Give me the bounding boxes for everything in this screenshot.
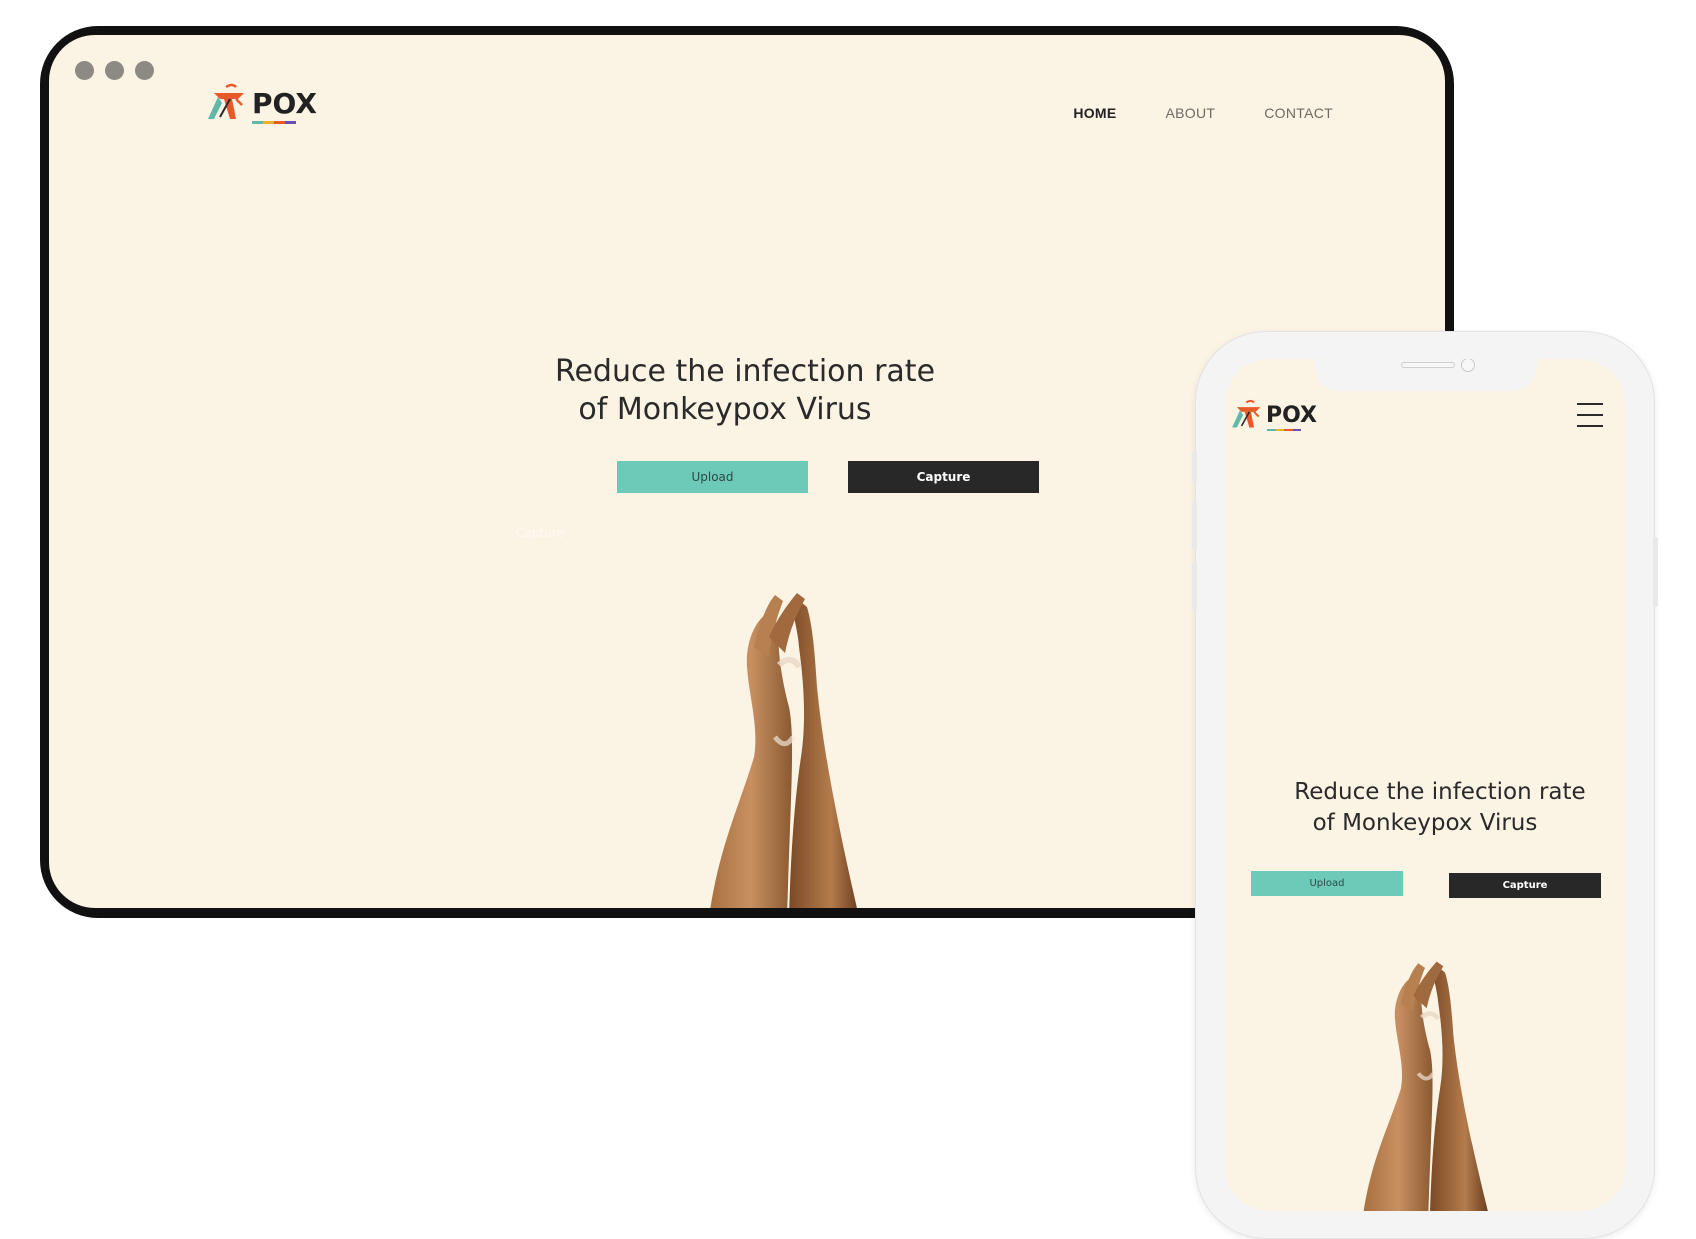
hands-image-mobile [1363, 961, 1488, 1211]
hero-title-line1: Reduce the infection rate [554, 354, 936, 389]
hero-title-mobile: Reduce the infection rate of Monkeypox V… [1225, 777, 1625, 839]
faint-capture-label: Capture [516, 526, 564, 540]
monkey-logo-icon [208, 83, 244, 119]
monkey-logo-icon [1232, 399, 1261, 428]
hero-title-line2-mobile: of Monkeypox Virus [1312, 810, 1538, 836]
hero-title-line2: of Monkeypox Virus [578, 392, 872, 427]
brand-name-mobile: POX [1266, 402, 1318, 428]
hands-image [710, 593, 857, 908]
main-nav: HOME ABOUT CONTACT [1073, 105, 1333, 121]
brand-underline-mobile [1267, 429, 1301, 431]
window-dot-icon[interactable] [135, 61, 154, 80]
phone-volume-down [1192, 562, 1197, 610]
phone-device-frame: POX Reduce the infection rate of Monkeyp… [1192, 332, 1658, 1238]
upload-button-mobile[interactable]: Upload [1251, 871, 1403, 896]
nav-contact-link[interactable]: CONTACT [1264, 105, 1333, 121]
phone-power-button [1653, 537, 1658, 607]
window-dot-icon[interactable] [75, 61, 94, 80]
upload-button[interactable]: Upload [617, 461, 808, 493]
speaker-icon [1401, 362, 1455, 368]
phone-mute-switch [1192, 452, 1197, 482]
phone-notch [1315, 359, 1537, 391]
phone-volume-up [1192, 502, 1197, 550]
camera-icon [1461, 359, 1475, 372]
phone-screen: POX Reduce the infection rate of Monkeyp… [1225, 359, 1625, 1211]
brand-underline [252, 121, 296, 124]
capture-button-mobile[interactable]: Capture [1449, 873, 1601, 898]
brand-name: POX [252, 86, 317, 120]
hero-title-line1-mobile: Reduce the infection rate [1294, 779, 1586, 805]
window-controls [75, 61, 154, 80]
brand-logo[interactable]: POX [204, 83, 317, 124]
brand-logo-mobile[interactable]: POX [1229, 399, 1317, 431]
nav-about-link[interactable]: ABOUT [1166, 105, 1216, 121]
nav-home-link[interactable]: HOME [1073, 105, 1116, 121]
hamburger-menu-icon[interactable] [1577, 403, 1603, 429]
capture-button[interactable]: Capture [848, 461, 1039, 493]
window-dot-icon[interactable] [105, 61, 124, 80]
